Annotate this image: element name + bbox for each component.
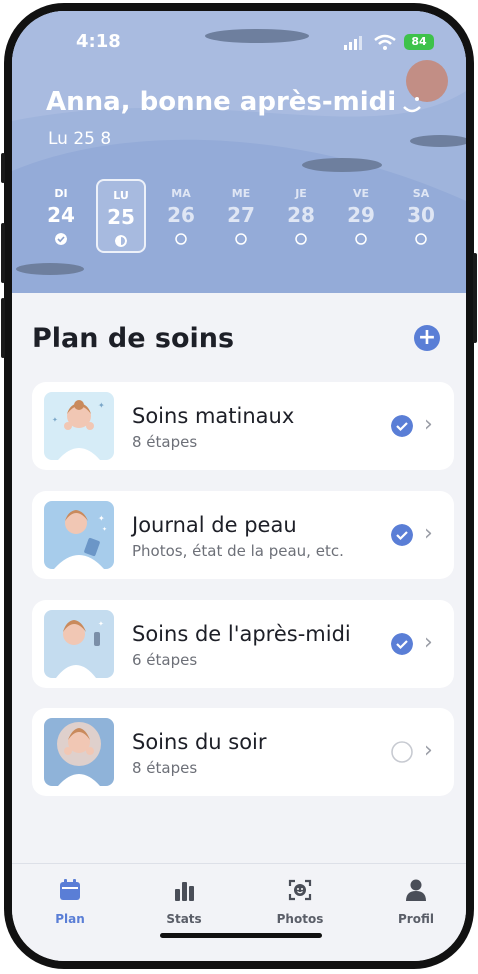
smile-icon [403, 97, 421, 113]
day-number: 26 [167, 203, 195, 227]
plan-title: Plan de soins [32, 323, 235, 354]
day-name: ME [231, 187, 251, 200]
day-number: 27 [227, 203, 255, 227]
tab-stats[interactable]: Stats [144, 878, 224, 926]
care-item-journal[interactable]: ✦ ✦ Journal de peau Photos, état de la pe… [32, 491, 454, 579]
item-subtitle: Photos, état de la peau, etc. [132, 542, 344, 560]
evening-illustration [44, 718, 114, 786]
chevron-right-icon: › [424, 630, 433, 655]
tab-label: Plan [55, 912, 85, 926]
journal-illustration: ✦ ✦ [44, 501, 114, 569]
afternoon-illustration: ✦ [44, 610, 114, 678]
svg-text:✦: ✦ [52, 416, 58, 424]
day-saturday[interactable]: SA 30 [396, 179, 446, 253]
clock: 4:18 [76, 31, 121, 52]
day-number: 30 [407, 203, 435, 227]
mute-switch [1, 153, 5, 183]
wifi-icon [374, 34, 396, 50]
day-name: VE [352, 187, 370, 200]
phone-frame: 4:18 84 Anna, bonne après-midi Lu 25 8 D… [1, 3, 477, 969]
add-button[interactable]: + [414, 325, 440, 351]
day-name: DI [54, 187, 68, 200]
day-number: 28 [287, 203, 315, 227]
tab-label: Photos [276, 912, 324, 926]
signal-icon [344, 36, 362, 50]
check-circle-icon [55, 233, 67, 245]
svg-text:✦: ✦ [98, 514, 105, 523]
item-title: Soins de l'après-midi [132, 622, 351, 646]
power-button [473, 253, 477, 343]
svg-text:✦: ✦ [98, 401, 105, 410]
status-bar: 4:18 84 [12, 31, 466, 55]
day-monday[interactable]: LU 25 [96, 179, 146, 253]
bar-chart-icon [175, 882, 194, 901]
empty-circle-icon [295, 233, 307, 245]
day-name: MA [171, 187, 191, 200]
tab-bar: Plan Stats Photos Profil [12, 863, 466, 961]
item-title: Soins du soir [132, 730, 267, 754]
chevron-right-icon: › [424, 521, 433, 546]
day-sunday[interactable]: DI 24 [36, 179, 86, 253]
empty-circle-icon [355, 233, 367, 245]
care-item-afternoon[interactable]: ✦ Soins de l'après-midi 6 étapes › [32, 600, 454, 688]
day-number: 24 [47, 203, 75, 227]
tab-plan[interactable]: Plan [30, 878, 110, 926]
morning-illustration: ✦ ✦ [44, 392, 114, 460]
tab-photos[interactable]: Photos [260, 878, 340, 926]
tab-profile[interactable]: Profil [376, 878, 456, 926]
empty-circle-icon [235, 233, 247, 245]
day-number: 29 [347, 203, 375, 227]
checked-circle-icon[interactable] [391, 415, 413, 437]
empty-circle-icon [175, 233, 187, 245]
greeting: Anna, bonne après-midi [46, 87, 397, 117]
chevron-right-icon: › [424, 738, 433, 763]
item-title: Journal de peau [132, 513, 297, 537]
day-tuesday[interactable]: MA 26 [156, 179, 206, 253]
battery-icon: 84 [404, 34, 434, 50]
volume-up-button [1, 223, 5, 283]
current-date: Lu 25 8 [48, 129, 112, 149]
item-title: Soins matinaux [132, 404, 295, 428]
day-name: JE [295, 187, 307, 200]
svg-text:✦: ✦ [102, 526, 107, 533]
person-icon [406, 879, 426, 901]
week-selector: DI 24 LU 25 MA 26 ME 27 JE 28 VE 29 SA 3… [32, 179, 452, 259]
day-wednesday[interactable]: ME 27 [216, 179, 266, 253]
face-scan-icon [288, 879, 312, 901]
item-subtitle: 8 étapes [132, 433, 198, 451]
empty-circle-icon [415, 233, 427, 245]
chevron-right-icon: › [424, 412, 433, 437]
volume-down-button [1, 298, 5, 358]
header-hero: 4:18 84 Anna, bonne après-midi Lu 25 8 D… [12, 11, 466, 293]
day-thursday[interactable]: JE 28 [276, 179, 326, 253]
day-name: SA [412, 187, 430, 200]
checked-circle-icon[interactable] [391, 633, 413, 655]
day-name: LU [113, 189, 129, 202]
unchecked-circle-icon[interactable] [391, 741, 413, 763]
day-friday[interactable]: VE 29 [336, 179, 386, 253]
care-item-evening[interactable]: Soins du soir 8 étapes › [32, 708, 454, 796]
half-circle-icon [115, 235, 127, 247]
item-subtitle: 6 étapes [132, 651, 198, 669]
calendar-icon [60, 879, 80, 900]
item-subtitle: 8 étapes [132, 759, 198, 777]
screen: 4:18 84 Anna, bonne après-midi Lu 25 8 D… [12, 11, 466, 961]
home-indicator [160, 933, 322, 938]
tab-label: Stats [166, 912, 202, 926]
tab-label: Profil [398, 912, 434, 926]
svg-text:✦: ✦ [98, 620, 104, 628]
checked-circle-icon[interactable] [391, 524, 413, 546]
day-number: 25 [107, 205, 135, 229]
care-item-morning[interactable]: ✦ ✦ Soins matinaux 8 étapes › [32, 382, 454, 470]
